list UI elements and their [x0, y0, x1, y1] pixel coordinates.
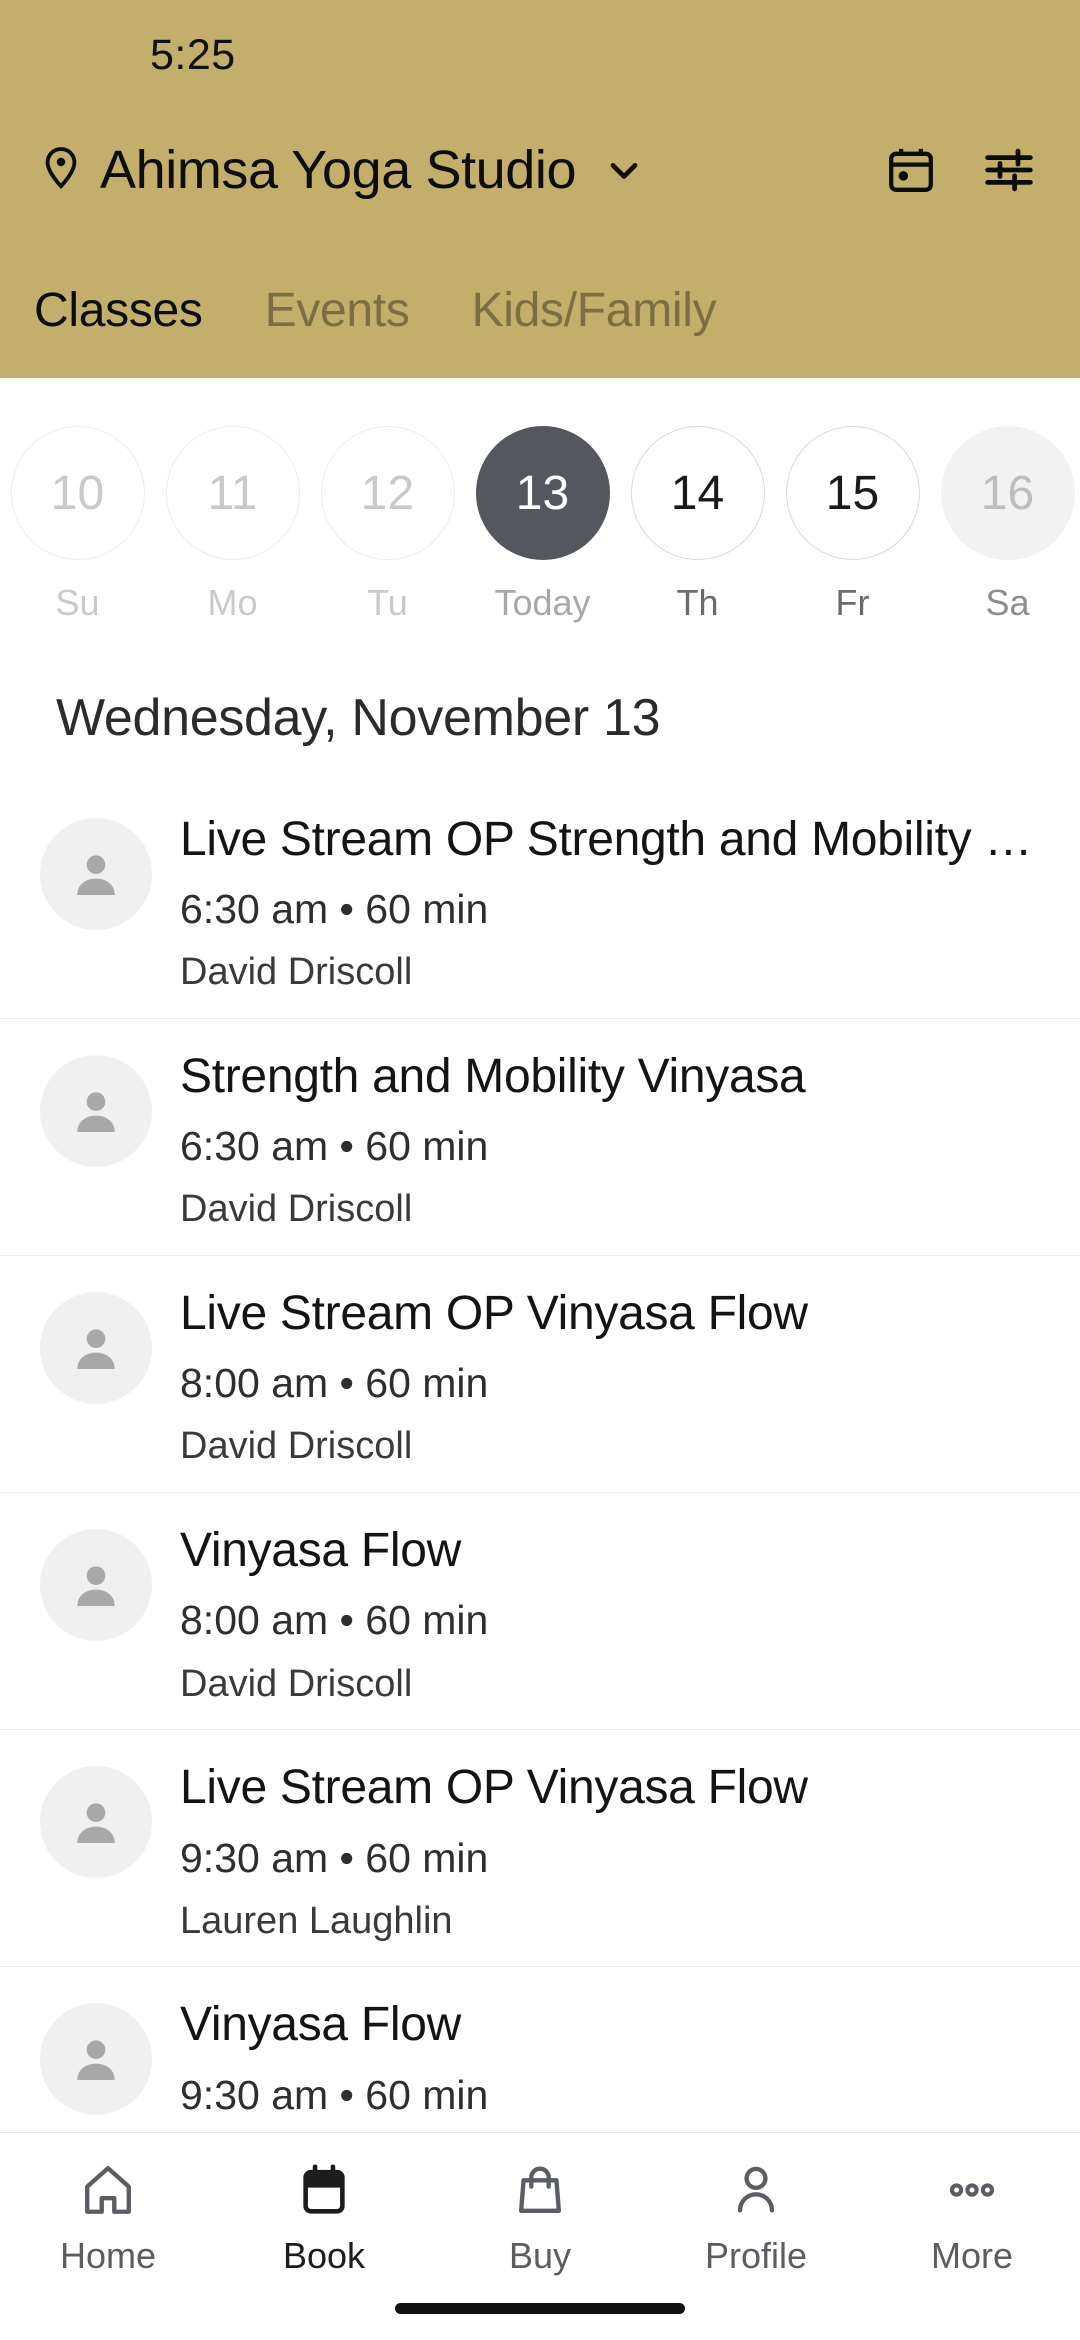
- class-info: Live Stream OP Vinyasa Flow 8:00 am • 60…: [180, 1282, 1040, 1468]
- selected-date-title: Wednesday, November 13: [56, 689, 661, 747]
- chevron-down-icon[interactable]: [602, 148, 646, 192]
- shopping-bag-icon: [511, 2159, 569, 2221]
- location-pin-icon: [38, 144, 84, 196]
- date-number: 16: [940, 426, 1075, 560]
- class-meta: 9:30 am • 60 min: [180, 1834, 489, 1881]
- app-screen: 5:25 Ahimsa Yoga Studio Classes Events K…: [0, 0, 1080, 2340]
- date-cell-14[interactable]: 14 Th: [620, 426, 775, 624]
- date-number: 14: [630, 426, 765, 560]
- filter-sliders-icon[interactable]: [982, 143, 1036, 197]
- date-number: 10: [10, 426, 145, 560]
- date-weekday: Su: [55, 582, 100, 623]
- nav-label: Profile: [704, 2235, 808, 2276]
- date-weekday: Th: [676, 582, 719, 623]
- list-item[interactable]: Live Stream OP Vinyasa Flow 8:00 am • 60…: [0, 1255, 1080, 1492]
- location-selector[interactable]: Ahimsa Yoga Studio: [38, 139, 884, 201]
- home-icon: [79, 2159, 137, 2221]
- date-weekday: Today: [494, 582, 591, 623]
- date-picker-strip[interactable]: 10 Su 11 Mo 12 Tu 13 Today 14 Th 15 Fr 1…: [0, 378, 1080, 646]
- class-meta: 6:30 am • 60 min: [180, 886, 489, 933]
- list-item[interactable]: Vinyasa Flow 8:00 am • 60 min David Dris…: [0, 1492, 1080, 1729]
- class-list[interactable]: Live Stream OP Strength and Mobility Vi……: [0, 782, 1080, 2132]
- class-info: Strength and Mobility Vinyasa 6:30 am • …: [180, 1045, 1040, 1231]
- person-avatar-icon: [40, 1766, 152, 1879]
- date-number: 13: [475, 426, 610, 560]
- person-avatar-icon: [40, 1292, 152, 1405]
- class-info: Live Stream OP Vinyasa Flow 9:30 am • 60…: [180, 1756, 1040, 1942]
- date-cell-15[interactable]: 15 Fr: [775, 426, 930, 624]
- nav-item-buy[interactable]: Buy: [432, 2159, 648, 2277]
- class-name: Vinyasa Flow: [180, 1998, 461, 2052]
- date-number: 15: [785, 426, 920, 560]
- date-cell-11[interactable]: 11 Mo: [155, 426, 310, 624]
- class-meta: 8:00 am • 60 min: [180, 1360, 489, 1407]
- nav-item-more[interactable]: More: [864, 2159, 1080, 2277]
- date-weekday: Mo: [207, 582, 258, 623]
- class-teacher: David Driscoll: [180, 1188, 413, 1231]
- nav-label: Home: [59, 2235, 157, 2276]
- list-item[interactable]: Live Stream OP Vinyasa Flow 9:30 am • 60…: [0, 1729, 1080, 1966]
- class-meta: 8:00 am • 60 min: [180, 1597, 489, 1644]
- status-bar: 5:25: [0, 0, 1080, 110]
- person-avatar-icon: [40, 1055, 152, 1168]
- list-item[interactable]: Strength and Mobility Vinyasa 6:30 am • …: [0, 1018, 1080, 1255]
- class-meta: 6:30 am • 60 min: [180, 1123, 489, 1170]
- class-teacher: David Driscoll: [180, 1425, 413, 1468]
- tab-kids-family[interactable]: Kids/Family: [472, 283, 717, 378]
- list-item[interactable]: Vinyasa Flow 9:30 am • 60 min Lauren Lau…: [0, 1966, 1080, 2132]
- date-weekday: Sa: [985, 582, 1030, 623]
- date-weekday: Tu: [367, 582, 408, 623]
- nav-label: Buy: [508, 2235, 572, 2276]
- nav-item-home[interactable]: Home: [0, 2159, 216, 2277]
- date-weekday: Fr: [835, 582, 870, 623]
- tab-events[interactable]: Events: [265, 283, 410, 378]
- class-info: Vinyasa Flow 8:00 am • 60 min David Dris…: [180, 1519, 1040, 1705]
- person-icon: [727, 2159, 785, 2221]
- person-avatar-icon: [40, 2003, 152, 2116]
- class-meta: 9:30 am • 60 min: [180, 2071, 489, 2118]
- calendar-filled-icon: [295, 2159, 353, 2221]
- app-header: 5:25 Ahimsa Yoga Studio Classes Events K…: [0, 0, 1080, 378]
- nav-item-book[interactable]: Book: [216, 2159, 432, 2277]
- class-teacher: David Driscoll: [180, 951, 413, 994]
- calendar-icon[interactable]: [884, 143, 938, 197]
- person-avatar-icon: [40, 1529, 152, 1642]
- class-name: Strength and Mobility Vinyasa: [180, 1050, 806, 1104]
- header-tabs: Classes Events Kids/Family: [0, 230, 1080, 378]
- class-info: Vinyasa Flow 9:30 am • 60 min Lauren Lau…: [180, 1993, 1040, 2132]
- class-teacher: Lauren Laughlin: [180, 1899, 453, 1942]
- class-name: Vinyasa Flow: [180, 1524, 461, 1578]
- class-name: Live Stream OP Vinyasa Flow: [180, 1287, 808, 1341]
- class-name: Live Stream OP Vinyasa Flow: [180, 1761, 808, 1815]
- studio-name: Ahimsa Yoga Studio: [100, 140, 577, 200]
- date-cell-12[interactable]: 12 Tu: [310, 426, 465, 624]
- status-bar-clock: 5:25: [150, 30, 236, 79]
- tab-classes[interactable]: Classes: [34, 283, 203, 378]
- date-cell-16[interactable]: 16 Sa: [930, 426, 1080, 624]
- class-info: Live Stream OP Strength and Mobility Vi……: [180, 808, 1040, 994]
- header-actions: [884, 143, 1036, 197]
- nav-item-profile[interactable]: Profile: [648, 2159, 864, 2277]
- date-number: 11: [165, 426, 300, 560]
- date-cell-13-today[interactable]: 13 Today: [465, 426, 620, 624]
- nav-label: More: [930, 2235, 1014, 2276]
- person-avatar-icon: [40, 818, 152, 930]
- nav-label: Book: [282, 2235, 366, 2276]
- class-name: Live Stream OP Strength and Mobility Vi…: [180, 813, 1040, 866]
- title-bar: Ahimsa Yoga Studio: [0, 110, 1080, 230]
- date-cell-10[interactable]: 10 Su: [0, 426, 155, 624]
- class-teacher: David Driscoll: [180, 1662, 413, 1705]
- date-number: 12: [320, 426, 455, 560]
- three-dots-icon: [943, 2159, 1001, 2221]
- home-indicator-bar: [395, 2303, 685, 2314]
- list-item[interactable]: Live Stream OP Strength and Mobility Vi……: [0, 782, 1080, 1018]
